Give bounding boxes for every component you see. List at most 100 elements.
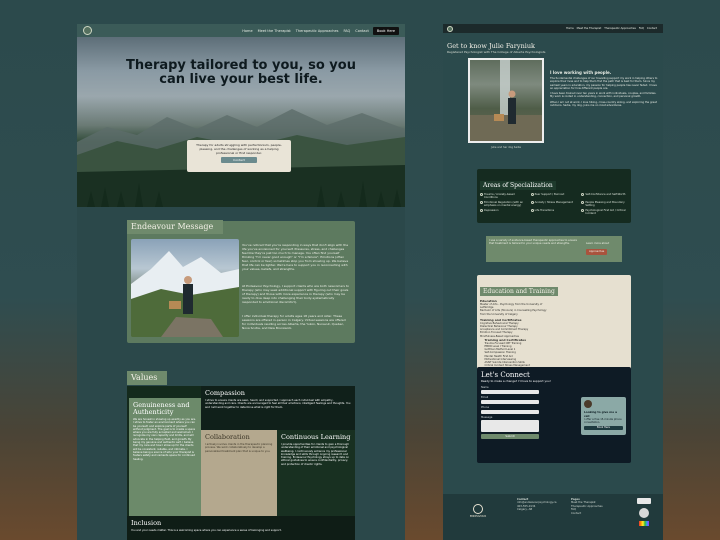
nav-contact[interactable]: Contact	[355, 29, 369, 33]
approaches-button[interactable]: Approaches	[586, 249, 607, 255]
footer-brand-name: ENDEAVOUR	[467, 515, 489, 519]
nav-meet-therapist[interactable]: Meet the Therapist	[577, 27, 602, 30]
approaches-note: I use a variety of evidence-based therap…	[486, 236, 622, 262]
top-nav-about: Home Meet the Therapist Therapeutic Appr…	[443, 24, 663, 33]
photo-caption: Julie and her dog Sadie	[468, 146, 544, 150]
nav-contact[interactable]: Contact	[647, 27, 657, 30]
therapist-dog-photo	[131, 239, 239, 337]
bio-heading: I love working with people.	[550, 70, 660, 75]
hero-callout: Therapy for adults struggling with perfe…	[187, 140, 291, 172]
value-continuous-title: Continuous Learning	[281, 434, 351, 441]
hero-title: Therapy tailored to you, so you can live…	[117, 59, 365, 87]
call-card-button[interactable]: Book Here	[584, 426, 623, 430]
hero-banner: Therapy tailored to you, so you can live…	[77, 37, 405, 207]
about-subtitle: Registered Psychologist with The College…	[447, 50, 545, 54]
endeavour-para-2: At Endeavour Psychology, I support clien…	[242, 284, 350, 304]
area-item: Trauma / Anxiety-based Conditions	[480, 193, 527, 199]
value-continuous-text: I provide opportunities for clients to g…	[281, 443, 351, 466]
value-inclusion: Inclusion You and your needs matter. Thi…	[127, 516, 355, 540]
endeavour-para-3: I offer individual therapy for adults ag…	[242, 314, 350, 330]
connect-subtitle: Ready to make a change? I'd love to supp…	[481, 379, 551, 383]
logo-icon[interactable]	[83, 26, 92, 35]
education-item: Bachelor of Arts (Honours) in Counsellin…	[480, 309, 551, 315]
education-heading: Education and Training	[480, 287, 558, 296]
footer-link[interactable]: Contact	[571, 512, 603, 515]
nav-home[interactable]: Home	[566, 27, 574, 30]
about-title: Get to know Julie Faryniuk	[447, 42, 535, 50]
badge-icon	[637, 498, 651, 504]
message-field[interactable]	[481, 420, 539, 432]
nav-home[interactable]: Home	[242, 29, 252, 33]
email-field[interactable]	[481, 400, 539, 404]
approaches-link[interactable]: Learn more about	[586, 242, 609, 246]
approaches-note-text: I use a variety of evidence-based therap…	[489, 239, 577, 246]
therapist-photo	[468, 58, 544, 143]
call-card: Looking to give me a call I offer a free…	[581, 397, 626, 435]
area-item: Anxiety / Stress Management	[531, 201, 578, 207]
check-circle-icon	[531, 201, 534, 204]
contact-button[interactable]: Contact	[221, 157, 257, 163]
value-continuous-learning: Continuous Learning I provide opportunit…	[277, 430, 355, 516]
area-item: Emotional Regulation (with an emphasis o…	[480, 201, 527, 207]
check-circle-icon	[581, 201, 584, 204]
bio-para-2: I have been trained over ten years in wo…	[550, 92, 660, 99]
value-inclusion-text: You and your needs matter. This is a wel…	[131, 529, 351, 532]
value-collaboration-title: Collaboration	[205, 434, 273, 441]
connect-heading: Let's Connect	[481, 371, 627, 379]
value-compassion-text: I strive to ensure clients are seen, hea…	[205, 399, 351, 409]
check-circle-icon	[531, 209, 534, 212]
nav-faq[interactable]: FAQ	[639, 27, 644, 30]
about-bio: I love working with people. The fundamen…	[550, 70, 660, 107]
area-item: Peer Support / Burnout	[531, 193, 578, 199]
area-item: Self-Confidence and Self-Worth	[581, 193, 628, 199]
check-circle-icon	[581, 193, 584, 196]
nav-approaches[interactable]: Therapeutic Approaches	[296, 29, 339, 33]
phone-field[interactable]	[481, 410, 539, 414]
footer-brand: ENDEAVOUR	[467, 504, 489, 519]
nav-faq[interactable]: FAQ	[343, 29, 350, 33]
check-circle-icon	[480, 193, 483, 196]
value-compassion: Compassion I strive to ensure clients ar…	[201, 386, 355, 430]
pride-flag-icon	[639, 521, 649, 526]
value-genuineness-text: We are honest in showing up exactly as y…	[133, 418, 197, 461]
name-label: Name	[481, 386, 627, 389]
call-card-text: I offer a free 15-minute phone consultat…	[584, 418, 623, 424]
area-item: Psychological First Aid / Critical Incid…	[581, 209, 628, 215]
hero-callout-text: Therapy for adults struggling with perfe…	[190, 143, 288, 155]
submit-button[interactable]: Submit	[481, 434, 539, 439]
area-item: People Pleasing and Boundary Setting	[581, 201, 628, 207]
endeavour-heading: Endeavour Message	[127, 220, 223, 234]
values-heading: Values	[127, 371, 167, 385]
about-page: Home Meet the Therapist Therapeutic Appr…	[443, 24, 663, 540]
area-item: Depression	[480, 209, 527, 215]
check-circle-icon	[531, 193, 534, 196]
check-circle-icon	[480, 209, 483, 212]
name-field[interactable]	[481, 390, 539, 394]
top-nav: Home Meet the Therapist Therapeutic Appr…	[77, 24, 405, 37]
footer-contact: Contact info@endeavourpsychology.ca 403-…	[517, 498, 557, 512]
value-genuineness-title: Genuineness and Authenticity	[133, 402, 197, 416]
logo-icon[interactable]	[447, 26, 453, 32]
bio-para-1: The fundamental challenges of our travel…	[550, 77, 660, 90]
value-collaboration-text: I actively involve clients in the therap…	[205, 443, 273, 453]
check-circle-icon	[581, 209, 584, 212]
endeavour-para-1: You've noticed that you're responding in…	[242, 243, 350, 271]
value-genuineness: Genuineness and Authenticity We are hone…	[129, 398, 201, 516]
call-card-title: Looking to give me a call	[584, 410, 623, 418]
areas-heading: Areas of Specialization	[480, 181, 556, 190]
education-left-column: Education Master of Arts - Psychology fr…	[480, 299, 551, 338]
value-compassion-title: Compassion	[205, 390, 351, 397]
value-inclusion-title: Inclusion	[131, 520, 351, 527]
check-circle-icon	[480, 201, 483, 204]
nav-approaches[interactable]: Therapeutic Approaches	[604, 27, 636, 30]
value-collaboration: Collaboration I actively involve clients…	[201, 430, 277, 516]
areas-of-specialization: Areas of Specialization Trauma / Anxiety…	[477, 169, 631, 223]
education-section: Education and Training Education Master …	[477, 275, 631, 375]
footer-logo-icon	[473, 504, 483, 514]
book-here-button[interactable]: Book Here	[373, 27, 399, 35]
home-page: Home Meet the Therapist Therapeutic Appr…	[77, 24, 405, 540]
nav-meet-therapist[interactable]: Meet the Therapist	[258, 29, 291, 33]
footer-pages: Pages Meet the Therapist Therapeutic App…	[571, 498, 603, 515]
bio-para-3: When I am not at work, I love hiking, cr…	[550, 101, 660, 108]
footer-location: Calgary, AB	[517, 508, 557, 511]
